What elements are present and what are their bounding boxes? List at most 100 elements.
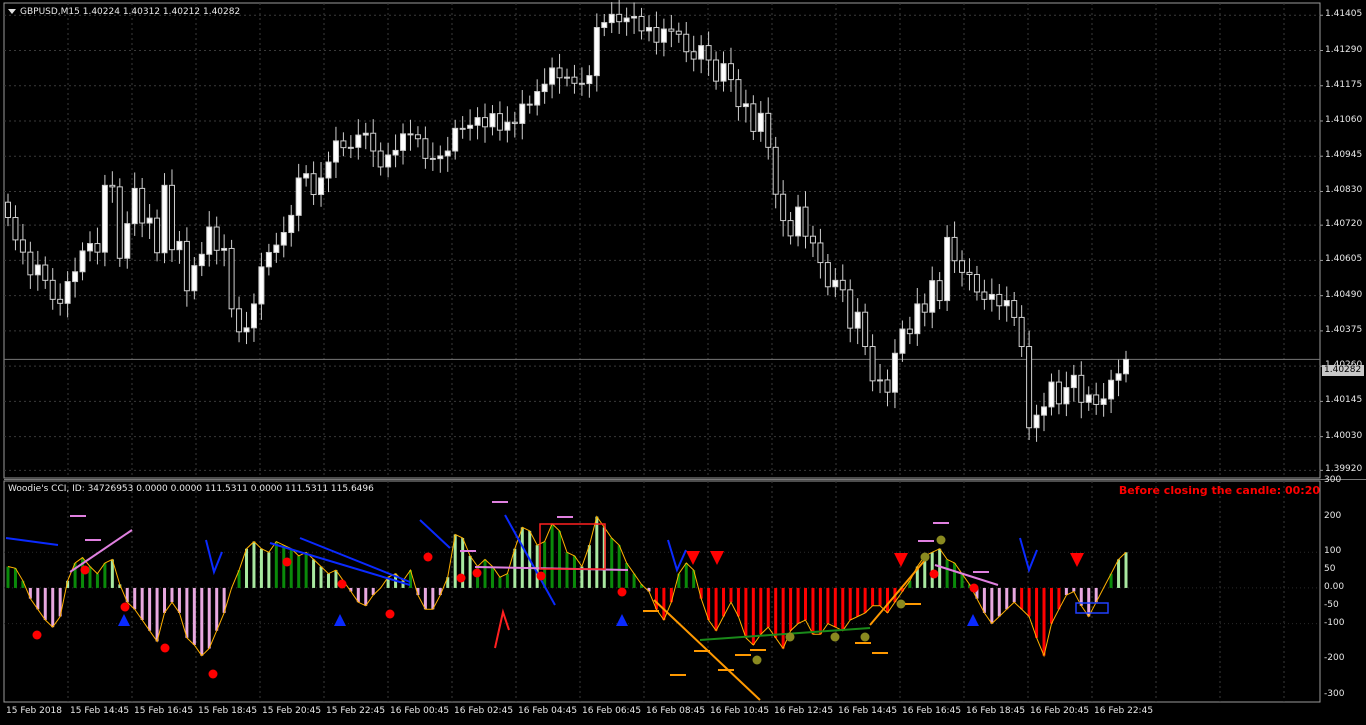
bear-candle xyxy=(780,193,787,222)
cci-histogram-bar xyxy=(252,541,256,588)
cci-histogram-bar xyxy=(871,587,875,606)
cci-histogram-bar xyxy=(669,587,673,603)
cci-histogram-bar xyxy=(148,587,152,631)
chart-title: GBPUSD,M15 1.40224 1.40312 1.40212 1.402… xyxy=(20,7,241,17)
signal-dot xyxy=(536,571,546,581)
cci-histogram-bar xyxy=(878,587,882,606)
time-tick-label: 16 Feb 18:45 xyxy=(966,706,1026,716)
time-tick-label: 16 Feb 12:45 xyxy=(774,706,834,716)
cci-histogram-bar xyxy=(163,587,167,613)
bull-candle xyxy=(444,150,451,157)
cci-histogram-bar xyxy=(490,566,494,588)
price-tick-label: 1.40375 xyxy=(1325,324,1363,335)
price-tick-label: 1.41175 xyxy=(1325,79,1363,90)
cci-histogram-bar xyxy=(483,559,487,588)
time-tick-label: 15 Feb 14:45 xyxy=(70,706,130,716)
cci-histogram-bar xyxy=(565,552,569,588)
bull-candle xyxy=(534,91,541,106)
cci-histogram-bar xyxy=(36,587,40,610)
cci-histogram-bar xyxy=(282,545,286,588)
bear-candle xyxy=(1026,346,1033,429)
signal-dot xyxy=(160,643,170,653)
cci-tick-label: 100 xyxy=(1324,546,1342,557)
bull-candle xyxy=(318,177,325,196)
cci-histogram-bar xyxy=(1064,587,1068,596)
trend-line xyxy=(5,537,59,546)
time-tick-label: 16 Feb 00:45 xyxy=(390,706,450,716)
price-chart[interactable] xyxy=(0,0,1366,725)
bull-candle xyxy=(176,240,183,251)
cci-histogram-bar xyxy=(610,538,614,588)
bull-candle xyxy=(392,149,399,156)
bull-candle xyxy=(273,244,280,253)
cci-histogram-bar xyxy=(304,552,308,588)
bull-candle xyxy=(347,146,354,149)
chart-menu-triangle-icon[interactable] xyxy=(8,9,16,14)
cci-histogram-bar xyxy=(431,587,435,610)
bear-candle xyxy=(683,33,690,53)
time-tick-label: 15 Feb 22:45 xyxy=(326,706,386,716)
signal-dot xyxy=(337,579,347,589)
up-arrow-icon xyxy=(118,614,130,626)
up-arrow-icon xyxy=(967,614,979,626)
bull-candle xyxy=(564,76,570,79)
price-tick-label: 1.40490 xyxy=(1325,289,1363,300)
cci-histogram-bar xyxy=(833,587,837,628)
bull-candle xyxy=(504,121,511,131)
bull-candle xyxy=(86,243,93,252)
cci-histogram-bar xyxy=(192,587,196,645)
cci-tick-label: 200 xyxy=(1324,510,1342,521)
cci-histogram-bar xyxy=(1027,587,1031,617)
signal-dot xyxy=(120,602,130,612)
bull-candle xyxy=(519,103,526,124)
cci-histogram-bar xyxy=(505,573,509,588)
bull-candle xyxy=(541,83,548,93)
down-arrow-icon xyxy=(686,551,700,565)
cci-histogram-bar xyxy=(572,555,576,588)
bear-candle xyxy=(571,76,578,84)
cci-histogram-bar xyxy=(1124,552,1128,588)
price-tick-label: 1.41290 xyxy=(1325,44,1363,55)
cci-histogram-bar xyxy=(6,566,10,588)
bull-candle xyxy=(1033,414,1040,429)
price-tick-label: 1.40720 xyxy=(1325,219,1363,230)
bear-candle xyxy=(727,63,734,81)
cci-histogram-bar xyxy=(215,587,219,631)
signal-dot xyxy=(969,583,979,593)
zone-box xyxy=(539,523,606,570)
cci-histogram-bar xyxy=(177,587,181,613)
time-tick-label: 16 Feb 06:45 xyxy=(582,706,642,716)
time-tick-label: 16 Feb 14:45 xyxy=(838,706,898,716)
cci-histogram-bar xyxy=(1005,587,1009,610)
bear-candle xyxy=(638,15,645,32)
bull-candle xyxy=(742,103,749,108)
cci-histogram-bar xyxy=(736,587,740,617)
bear-candle xyxy=(981,291,988,300)
bear-candle xyxy=(772,146,779,195)
bear-candle xyxy=(705,45,712,61)
current-price-label: 1.40282 xyxy=(1322,365,1364,376)
bear-candle xyxy=(236,308,243,333)
signal-dot xyxy=(860,632,870,642)
bear-candle xyxy=(213,226,220,251)
cci-histogram-bar xyxy=(95,573,99,588)
bear-candle xyxy=(802,206,809,237)
candle-timer-warning: Before closing the candle: 00:20 xyxy=(1118,484,1320,497)
check-mark-icon xyxy=(205,539,223,576)
bull-candle xyxy=(832,279,839,288)
bear-candle xyxy=(12,217,19,241)
bear-candle xyxy=(809,235,816,244)
cci-histogram-bar xyxy=(13,568,17,588)
terminal-window: GBPUSD,M15 1.40224 1.40312 1.40212 1.402… xyxy=(0,0,1366,725)
cci-histogram-bar xyxy=(811,587,815,635)
bull-candle xyxy=(355,134,362,148)
cci-tick-label: 50 xyxy=(1324,564,1336,575)
bear-candle xyxy=(154,217,161,254)
bear-candle xyxy=(422,138,429,159)
bull-candle xyxy=(899,328,906,354)
down-arrow-icon xyxy=(1070,553,1084,567)
bull-candle xyxy=(325,161,332,179)
bear-candle xyxy=(824,262,831,288)
time-tick-label: 16 Feb 16:45 xyxy=(902,706,962,716)
signal-dot xyxy=(920,552,930,562)
